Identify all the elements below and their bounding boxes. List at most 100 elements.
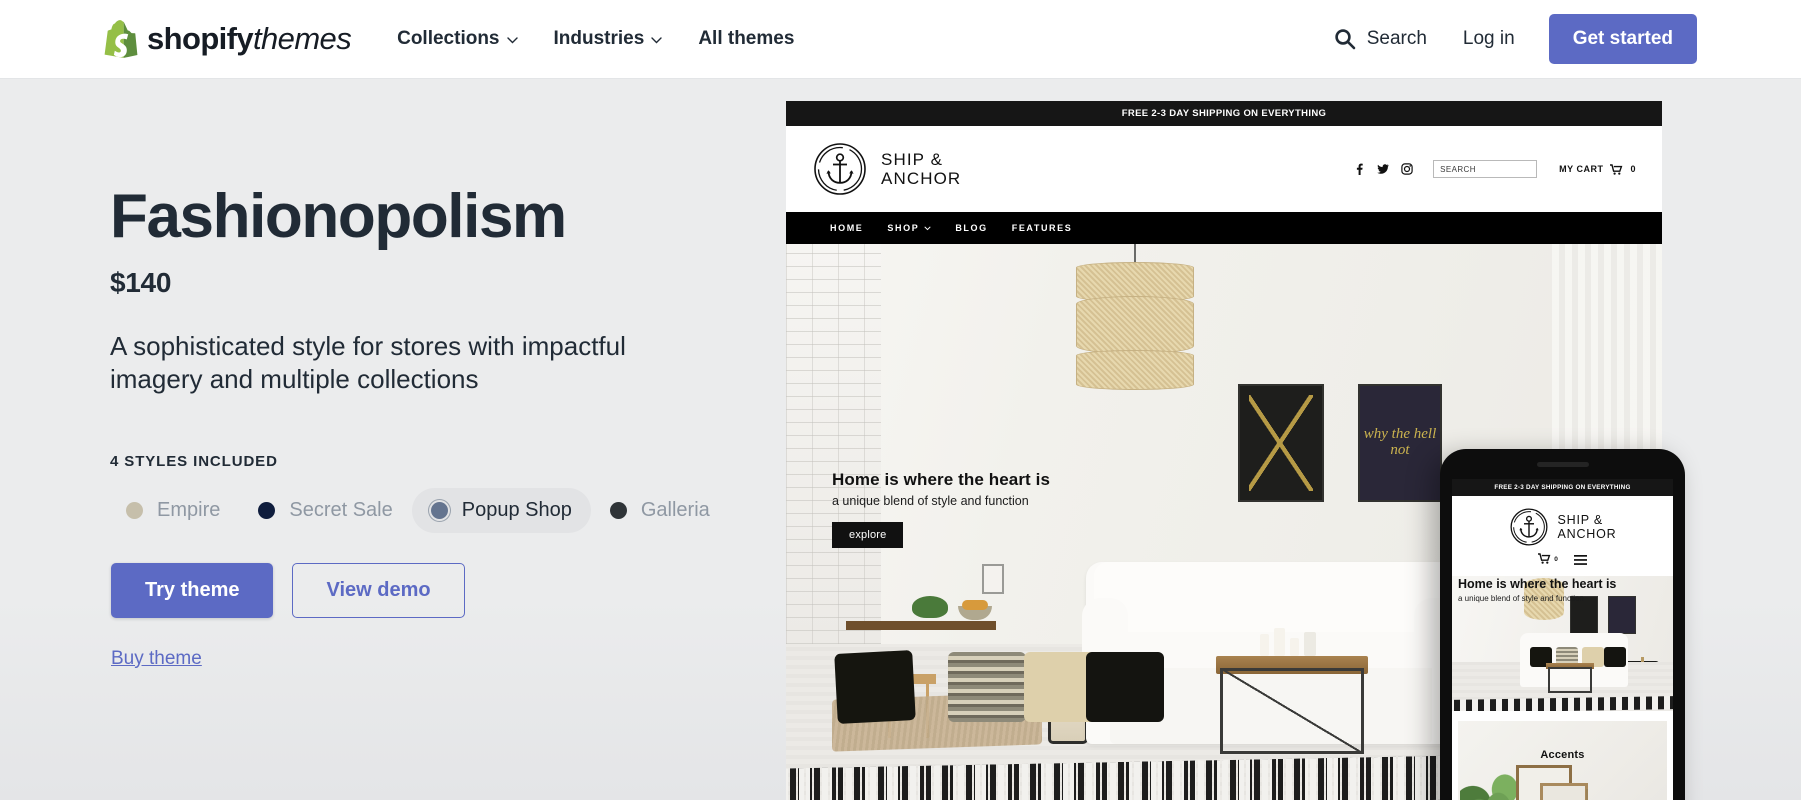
style-swatch-galleria[interactable]: Galleria bbox=[591, 488, 729, 533]
phone-cart-count: 0 bbox=[1554, 556, 1558, 563]
preview-header-utilities: SEARCH MY CART 0 bbox=[1353, 160, 1636, 178]
shopify-bag-icon bbox=[104, 20, 138, 58]
theme-action-buttons: Try theme View demo bbox=[111, 562, 750, 618]
phone-hero-text: Home is where the heart is a unique blen… bbox=[1458, 577, 1648, 603]
preview-nav-blog[interactable]: BLOG bbox=[955, 223, 987, 233]
phone-cart[interactable]: 0 bbox=[1538, 553, 1558, 566]
glass-vase bbox=[1304, 632, 1316, 656]
preview-nav-features[interactable]: FEATURES bbox=[1012, 223, 1073, 233]
nav-collections-label: Collections bbox=[397, 28, 500, 49]
style-swatch-row: Empire Secret Sale Popup Shop Galleria bbox=[107, 487, 750, 533]
candle bbox=[1274, 628, 1285, 656]
preview-announcement-bar: FREE 2-3 DAY SHIPPING ON EVERYTHING bbox=[786, 101, 1662, 126]
sofa-pillow-black-right bbox=[1086, 652, 1164, 722]
preview-hero-text: Home is where the heart is a unique blen… bbox=[832, 470, 1050, 548]
style-swatch-label: Galleria bbox=[640, 498, 710, 521]
main-nav: Collections Industries All themes bbox=[397, 28, 794, 50]
phone-announcement-bar: FREE 2-3 DAY SHIPPING ON EVERYTHING bbox=[1452, 479, 1673, 496]
styles-included-label: 4 STYLES INCLUDED bbox=[110, 452, 278, 470]
sofa-pillow-striped bbox=[948, 652, 1026, 722]
coffee-table-diagonal bbox=[1220, 668, 1364, 754]
phone-section-gap bbox=[1452, 711, 1673, 721]
logo-wordmark: shopifythemes bbox=[147, 21, 352, 57]
preview-store-logo[interactable]: SHIP & ANCHOR bbox=[812, 141, 961, 197]
nav-item-collections[interactable]: Collections bbox=[397, 28, 518, 50]
room-typography-poster: why the hell not bbox=[1358, 384, 1442, 502]
theme-price: $140 bbox=[110, 267, 172, 299]
try-theme-button[interactable]: Try theme bbox=[111, 562, 274, 618]
preview-brand-name: SHIP & ANCHOR bbox=[881, 150, 961, 189]
view-demo-button[interactable]: View demo bbox=[292, 562, 465, 618]
swatch-color-dot bbox=[609, 501, 627, 519]
nav-all-themes-label: All themes bbox=[698, 28, 795, 49]
style-swatch-popup-shop[interactable]: Popup Shop bbox=[411, 487, 591, 533]
phone-speaker bbox=[1536, 462, 1589, 467]
hamburger-menu-icon[interactable] bbox=[1573, 554, 1587, 565]
accents-label: Accents bbox=[1540, 749, 1585, 761]
swatch-color-dot bbox=[430, 501, 448, 519]
poster-text: why the hell not bbox=[1363, 426, 1437, 458]
preview-nav-shop[interactable]: SHOP bbox=[887, 223, 931, 233]
room-geometric-poster bbox=[1238, 384, 1324, 502]
nav-item-all-themes[interactable]: All themes bbox=[698, 28, 794, 50]
sofa-back bbox=[1094, 562, 1448, 632]
preview-brand-line2: ANCHOR bbox=[881, 169, 962, 188]
style-swatch-secret-sale[interactable]: Secret Sale bbox=[239, 488, 411, 533]
facebook-icon[interactable] bbox=[1353, 163, 1365, 175]
accents-framed-art-2 bbox=[1540, 783, 1588, 800]
phone-brand-line2: ANCHOR bbox=[1557, 527, 1617, 541]
preview-explore-button[interactable]: explore bbox=[832, 522, 904, 548]
accents-plant bbox=[1460, 755, 1524, 800]
style-swatch-label: Popup Shop bbox=[461, 498, 572, 521]
site-header: shopifythemes Collections Industries All… bbox=[0, 0, 1801, 79]
instagram-icon[interactable] bbox=[1401, 163, 1413, 175]
chevron-down-icon bbox=[506, 34, 518, 44]
chevron-down-icon bbox=[924, 225, 931, 231]
style-swatch-empire[interactable]: Empire bbox=[107, 488, 239, 533]
preview-hero-heading: Home is where the heart is bbox=[832, 470, 1051, 489]
preview-cart-label: MY CART bbox=[1559, 164, 1604, 174]
pendant-tier-mid bbox=[1076, 296, 1194, 354]
phone-brand-line1: SHIP & bbox=[1557, 513, 1604, 527]
phone-store-logo[interactable]: SHIP & ANCHOR bbox=[1452, 496, 1673, 553]
cart-icon bbox=[1538, 553, 1551, 566]
phone-brand-name: SHIP & ANCHOR bbox=[1558, 513, 1617, 541]
theme-description: A sophisticated style for stores with im… bbox=[110, 331, 626, 395]
login-link[interactable]: Log in bbox=[1463, 28, 1515, 50]
room-oranges bbox=[962, 600, 988, 610]
mobile-theme-preview[interactable]: FREE 2-3 DAY SHIPPING ON EVERYTHING SHIP… bbox=[1440, 449, 1685, 800]
anchor-logo-icon bbox=[1509, 507, 1549, 547]
preview-brand-line1: SHIP & bbox=[881, 149, 944, 169]
search-button[interactable]: Search bbox=[1334, 28, 1427, 50]
preview-search-input[interactable]: SEARCH bbox=[1433, 160, 1538, 178]
header-actions: Search Log in Get started bbox=[1334, 14, 1697, 64]
phone-header-icons: 0 bbox=[1452, 553, 1673, 576]
logo-shopify-text: shopify bbox=[147, 21, 254, 56]
get-started-button[interactable]: Get started bbox=[1548, 14, 1697, 64]
page-title: Fashionopolism bbox=[110, 182, 567, 251]
swatch-color-dot bbox=[258, 501, 276, 519]
nav-item-industries[interactable]: Industries bbox=[554, 28, 663, 50]
phone-hero-subheading: a unique blend of style and function bbox=[1458, 593, 1584, 603]
nav-industries-label: Industries bbox=[553, 28, 645, 49]
sofa-pillow-black-left bbox=[834, 650, 916, 724]
chevron-down-icon bbox=[651, 34, 663, 44]
phone-pillow-4 bbox=[1604, 647, 1626, 667]
swatch-color-dot bbox=[126, 501, 143, 519]
shopify-themes-logo[interactable]: shopifythemes bbox=[104, 20, 352, 58]
theme-info-column: Fashionopolism $140 A sophisticated styl… bbox=[110, 184, 750, 670]
buy-theme-link[interactable]: Buy theme bbox=[111, 648, 202, 670]
style-swatch-label: Secret Sale bbox=[289, 498, 393, 521]
preview-nav-home[interactable]: HOME bbox=[830, 223, 863, 233]
phone-accents-section[interactable]: Accents bbox=[1458, 721, 1667, 800]
room-pendant-lamp bbox=[1076, 244, 1194, 394]
search-label: Search bbox=[1366, 28, 1427, 49]
twitter-icon[interactable] bbox=[1377, 163, 1390, 175]
preview-cart-count: 0 bbox=[1630, 164, 1636, 174]
room-candles bbox=[1260, 628, 1316, 656]
theme-hero-section: Fashionopolism $140 A sophisticated styl… bbox=[0, 79, 1801, 800]
candle bbox=[1290, 638, 1299, 656]
preview-cart[interactable]: MY CART 0 bbox=[1559, 163, 1636, 175]
logo-themes-text: themes bbox=[253, 21, 352, 56]
search-icon bbox=[1334, 28, 1356, 50]
